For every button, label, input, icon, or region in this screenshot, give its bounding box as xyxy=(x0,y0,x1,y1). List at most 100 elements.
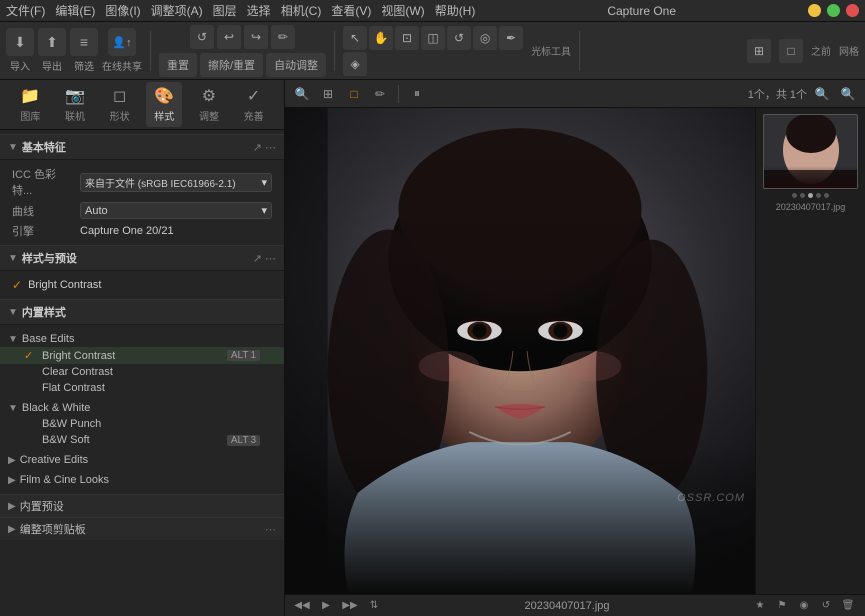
edit-vt-btn[interactable]: ✏ xyxy=(369,83,391,105)
pen-icon[interactable]: ✒ xyxy=(499,26,523,50)
tab-complete[interactable]: ✓ 充善 xyxy=(236,82,272,127)
import-icon[interactable]: ⬇ xyxy=(6,28,34,56)
bright-contrast-name: Bright Contrast xyxy=(42,350,221,362)
basic-props-header[interactable]: ▼ 基本特征 ↗ ⋯ xyxy=(0,134,284,160)
zoom-out-btn[interactable]: 🔍 xyxy=(811,83,833,105)
single-btn[interactable]: □ xyxy=(779,39,803,63)
menu-help[interactable]: 帮助(H) xyxy=(435,2,476,19)
active-preset[interactable]: ✓ Bright Contrast xyxy=(0,275,284,295)
import-label: 导入 xyxy=(10,58,30,73)
toolbar-sep-3 xyxy=(579,31,580,71)
star-btn[interactable]: ★ xyxy=(751,597,769,615)
dot-3[interactable] xyxy=(808,193,813,198)
inner-styles-header[interactable]: ▼ 内置样式 xyxy=(0,299,284,325)
tab-capture[interactable]: 📷 联机 xyxy=(57,82,93,127)
menu-layer[interactable]: 图层 xyxy=(213,2,237,19)
right-thumb[interactable] xyxy=(763,114,858,189)
tab-adjust[interactable]: ⚙ 调整 xyxy=(191,82,227,127)
grid-btn[interactable]: ⊞ xyxy=(747,39,771,63)
window-controls xyxy=(808,4,859,17)
search-vt-btn[interactable]: 🔍 xyxy=(291,83,313,105)
single-vt-btn[interactable]: □ xyxy=(343,83,365,105)
vt-sep xyxy=(398,85,399,103)
menu-image[interactable]: 图像(I) xyxy=(105,2,140,19)
zoom-in-btn[interactable]: 🔍 xyxy=(837,83,859,105)
hand-icon[interactable]: ✋ xyxy=(369,26,393,50)
crop-icon[interactable]: ⊡ xyxy=(395,26,419,50)
film-label: Film & Cine Looks xyxy=(20,474,109,486)
sort-btn[interactable]: ⇅ xyxy=(365,597,383,615)
undo-button[interactable]: 擦除/重置 xyxy=(200,53,263,77)
right-area: 🔍 ⊞ □ ✏ ⏸ 1个，共 1个 🔍 🔍 xyxy=(285,80,865,616)
group-bw-header[interactable]: ▼ Black & White xyxy=(0,400,284,416)
spot-icon[interactable]: ◎ xyxy=(473,26,497,50)
auto-button[interactable]: 自动调整 xyxy=(266,53,326,77)
redo-icon[interactable]: ↪ xyxy=(244,25,268,49)
export-icon[interactable]: ⬆ xyxy=(38,28,66,56)
item-bright-contrast[interactable]: ✓ Bright Contrast ALT 1 xyxy=(0,347,284,364)
flag-btn[interactable]: ⚑ xyxy=(773,597,791,615)
base-edits-label: Base Edits xyxy=(22,333,75,345)
style-icon: 🎨 xyxy=(154,86,174,106)
tab-library[interactable]: 📁 图库 xyxy=(12,82,48,127)
curve-label: 曲线 xyxy=(12,203,72,219)
heal-icon[interactable]: ↺ xyxy=(447,26,471,50)
film-arrow: ▶ xyxy=(8,475,16,486)
bw-label: Black & White xyxy=(22,402,90,414)
close-button[interactable] xyxy=(846,4,859,17)
item-flat-contrast[interactable]: Flat Contrast xyxy=(0,380,284,396)
prev-btn[interactable]: ◀◀ xyxy=(293,597,311,615)
statusbar: ◀◀ ▶ ▶▶ ⇅ 20230407017.jpg ★ ⚑ ◉ ↺ 🗑 xyxy=(285,594,865,616)
tab-shape[interactable]: ◻ 形状 xyxy=(102,82,138,127)
maximize-button[interactable] xyxy=(827,4,840,17)
color-icon[interactable]: ◈ xyxy=(343,52,367,76)
dot-1[interactable] xyxy=(792,193,797,198)
dot-4[interactable] xyxy=(816,193,821,198)
tab-style[interactable]: 🎨 样式 xyxy=(146,82,182,127)
reset-button[interactable]: 重置 xyxy=(159,53,197,77)
tab-adjust-label: 调整 xyxy=(199,108,219,123)
item-bw-soft[interactable]: B&W Soft ALT 3 xyxy=(0,432,284,448)
group-creative-header[interactable]: ▶ Creative Edits xyxy=(0,452,284,468)
basic-icons: ↗ ⋯ xyxy=(253,141,276,154)
grid-vt-btn[interactable]: ⊞ xyxy=(317,83,339,105)
style-preset-header[interactable]: ▼ 样式与预设 ↗ ⋯ xyxy=(0,245,284,271)
menu-adjust[interactable]: 调整项(A) xyxy=(151,2,203,19)
clipboard-section[interactable]: ▶ 编整项剪贴板 ⋯ xyxy=(0,517,284,540)
menu-view2[interactable]: 视图(W) xyxy=(381,2,424,19)
group-film: ▶ Film & Cine Looks xyxy=(0,470,284,490)
dot-2[interactable] xyxy=(800,193,805,198)
preset-checkmark: ✓ xyxy=(12,278,22,292)
inner-presets-section[interactable]: ▶ 内置预设 xyxy=(0,494,284,517)
menu-camera[interactable]: 相机(C) xyxy=(281,2,322,19)
icc-dropdown[interactable]: 来自于文件 (sRGB IEC61966-2.1) ▾ xyxy=(80,173,272,192)
pause-vt-btn[interactable]: ⏸ xyxy=(406,83,428,105)
bw-soft-badge: ALT 3 xyxy=(227,435,260,446)
viewer-toolbar: 🔍 ⊞ □ ✏ ⏸ 1个，共 1个 🔍 🔍 xyxy=(285,80,865,108)
group-film-header[interactable]: ▶ Film & Cine Looks xyxy=(0,472,284,488)
item-bw-punch[interactable]: B&W Punch xyxy=(0,416,284,432)
next-label: 网格 xyxy=(839,43,859,58)
cursor-icon[interactable]: ↖ xyxy=(343,26,367,50)
menu-view1[interactable]: 查看(V) xyxy=(331,2,371,19)
rotate-btn[interactable]: ↺ xyxy=(817,597,835,615)
straighten-icon[interactable]: ◫ xyxy=(421,26,445,50)
rotate-icon[interactable]: ↺ xyxy=(190,25,214,49)
export-label: 导出 xyxy=(42,58,62,73)
curve-dropdown[interactable]: Auto ▾ xyxy=(80,202,272,219)
next-btn[interactable]: ▶▶ xyxy=(341,597,359,615)
play-btn[interactable]: ▶ xyxy=(317,597,335,615)
undo-icon[interactable]: ↩ xyxy=(217,25,241,49)
menu-file[interactable]: 文件(F) xyxy=(6,2,45,19)
filter-icon[interactable]: ≡ xyxy=(70,28,98,56)
group-base-edits-header[interactable]: ▼ Base Edits xyxy=(0,331,284,347)
delete-btn[interactable]: 🗑 xyxy=(839,597,857,615)
brush-icon[interactable]: ✏ xyxy=(271,25,295,49)
menu-edit[interactable]: 编辑(E) xyxy=(55,2,95,19)
item-clear-contrast[interactable]: Clear Contrast xyxy=(0,364,284,380)
color-tag-btn[interactable]: ◉ xyxy=(795,597,813,615)
dot-5[interactable] xyxy=(824,193,829,198)
collab-icon[interactable]: 👤↑ xyxy=(108,28,136,56)
menu-select[interactable]: 选择 xyxy=(247,2,271,19)
minimize-button[interactable] xyxy=(808,4,821,17)
